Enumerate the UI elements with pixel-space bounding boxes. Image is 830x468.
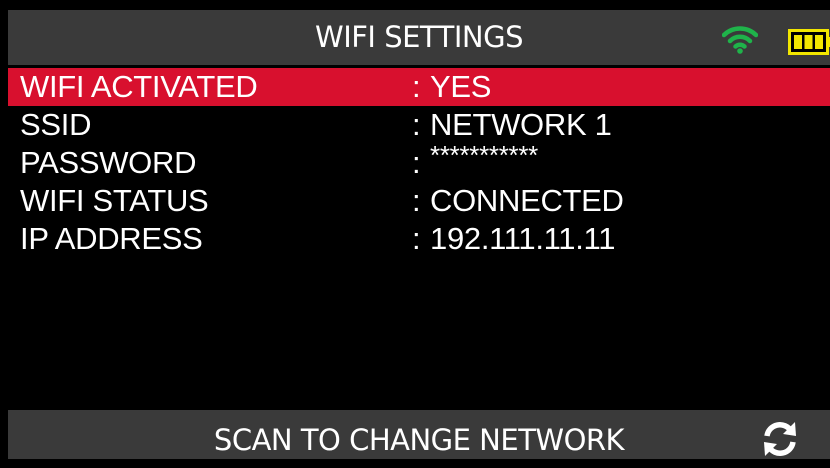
setting-row-ssid[interactable]: SSID : NETWORK 1 [8,106,830,144]
setting-label: WIFI STATUS [20,183,209,218]
page-title: WIFI SETTINGS [315,20,523,54]
scan-network-label: SCAN TO CHANGE NETWORK [213,423,625,457]
setting-row-ip-address[interactable]: IP ADDRESS : 192.111.11.11 [8,220,830,258]
setting-separator: : [412,183,421,218]
setting-row-wifi-status[interactable]: WIFI STATUS : CONNECTED [8,182,830,220]
device-screen: WIFI SETTINGS WIFI ACTIVATED : YES SSID … [0,0,830,459]
setting-separator: : [412,69,421,104]
setting-value: 192.111.11.11 [430,221,616,256]
setting-label: PASSWORD [20,145,197,180]
refresh-icon[interactable] [760,419,800,459]
setting-label: SSID [20,107,92,142]
setting-row-password[interactable]: PASSWORD : *********** [8,140,830,182]
password-masked-value: *********** [430,140,538,170]
battery-icon [788,29,830,55]
settings-list: WIFI ACTIVATED : YES SSID : NETWORK 1 PA… [8,68,830,258]
setting-separator: : [412,221,421,256]
scan-network-bar[interactable]: SCAN TO CHANGE NETWORK [8,410,830,459]
setting-value: CONNECTED [430,183,624,218]
setting-separator: : [412,107,421,142]
setting-label: IP ADDRESS [20,221,203,256]
setting-label: WIFI ACTIVATED [20,69,258,104]
setting-separator: : [412,145,421,180]
wifi-signal-icon [721,24,759,54]
title-bar: WIFI SETTINGS [8,10,830,65]
setting-value: YES [430,69,492,104]
setting-row-wifi-activated[interactable]: WIFI ACTIVATED : YES [8,68,830,106]
